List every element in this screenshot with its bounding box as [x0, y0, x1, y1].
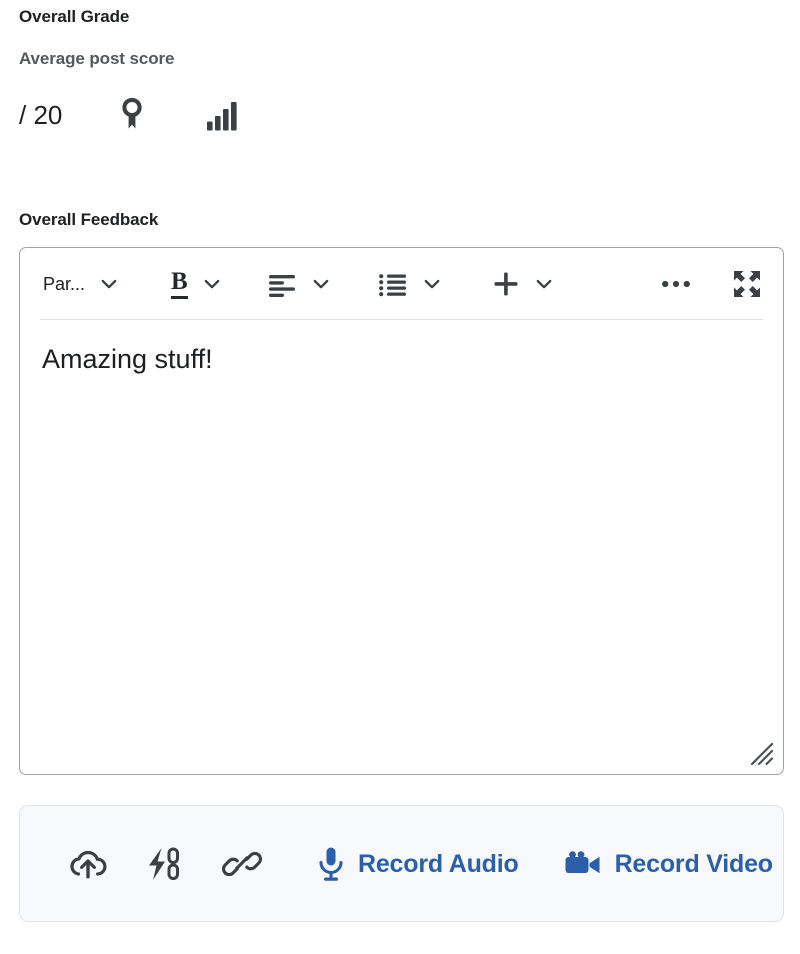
paragraph-chevron-down-icon[interactable] [95, 269, 123, 299]
video-camera-icon [564, 850, 602, 878]
average-post-score-label: Average post score [19, 49, 175, 68]
bar-chart-icon[interactable] [202, 95, 242, 135]
microphone-icon [317, 846, 345, 882]
paragraph-style-label: Par... [43, 274, 86, 294]
insert-group [489, 266, 558, 302]
plus-icon[interactable] [489, 266, 523, 302]
insert-chevron-down-icon[interactable] [530, 269, 558, 299]
list-chevron-down-icon[interactable] [418, 269, 446, 299]
bulleted-list-icon[interactable] [375, 267, 411, 301]
score-denominator: / 20 [19, 100, 63, 130]
ellipsis-icon[interactable] [658, 273, 694, 295]
grading-panel: Overall Grade Average post score / 20 Ov… [0, 0, 800, 954]
rich-text-editor: Par... B Amazing stuff! [19, 247, 784, 775]
expand-fullscreen-icon[interactable] [729, 265, 765, 303]
paragraph-style-group: Par... [40, 269, 123, 299]
align-left-icon[interactable] [264, 267, 300, 301]
bold-chevron-down-icon[interactable] [198, 269, 226, 299]
editor-toolbar: Par... B [20, 248, 783, 320]
align-group [264, 267, 335, 301]
bold-label: B [171, 269, 188, 299]
chain-link-icon[interactable] [222, 845, 262, 883]
award-ribbon-icon[interactable] [112, 95, 152, 135]
bold-group: B [168, 265, 226, 303]
paragraph-style-button[interactable]: Par... [40, 269, 88, 299]
list-group [375, 267, 446, 301]
overall-feedback-title: Overall Feedback [19, 210, 159, 229]
quicklink-icon[interactable] [144, 846, 184, 882]
record-audio-label: Record Audio [358, 849, 519, 878]
cloud-upload-icon[interactable] [68, 847, 108, 881]
score-row: / 20 [19, 94, 781, 136]
overall-feedback-section: Overall Feedback Par... B Amazing stuff! [19, 209, 784, 775]
editor-text-content[interactable]: Amazing stuff! [42, 342, 761, 376]
bold-button[interactable]: B [168, 265, 191, 303]
editor-content-area[interactable]: Amazing stuff! [20, 320, 783, 774]
overall-grade-section: Overall Grade Average post score / 20 [19, 0, 781, 136]
overall-grade-title: Overall Grade [19, 7, 130, 26]
record-video-button[interactable]: Record Video [564, 850, 773, 878]
record-video-label: Record Video [614, 849, 773, 878]
record-audio-button[interactable]: Record Audio [317, 846, 519, 882]
align-chevron-down-icon[interactable] [307, 269, 335, 299]
resize-grip-icon[interactable] [749, 741, 775, 767]
attachment-toolbar: Record Audio Record Video [19, 805, 784, 922]
